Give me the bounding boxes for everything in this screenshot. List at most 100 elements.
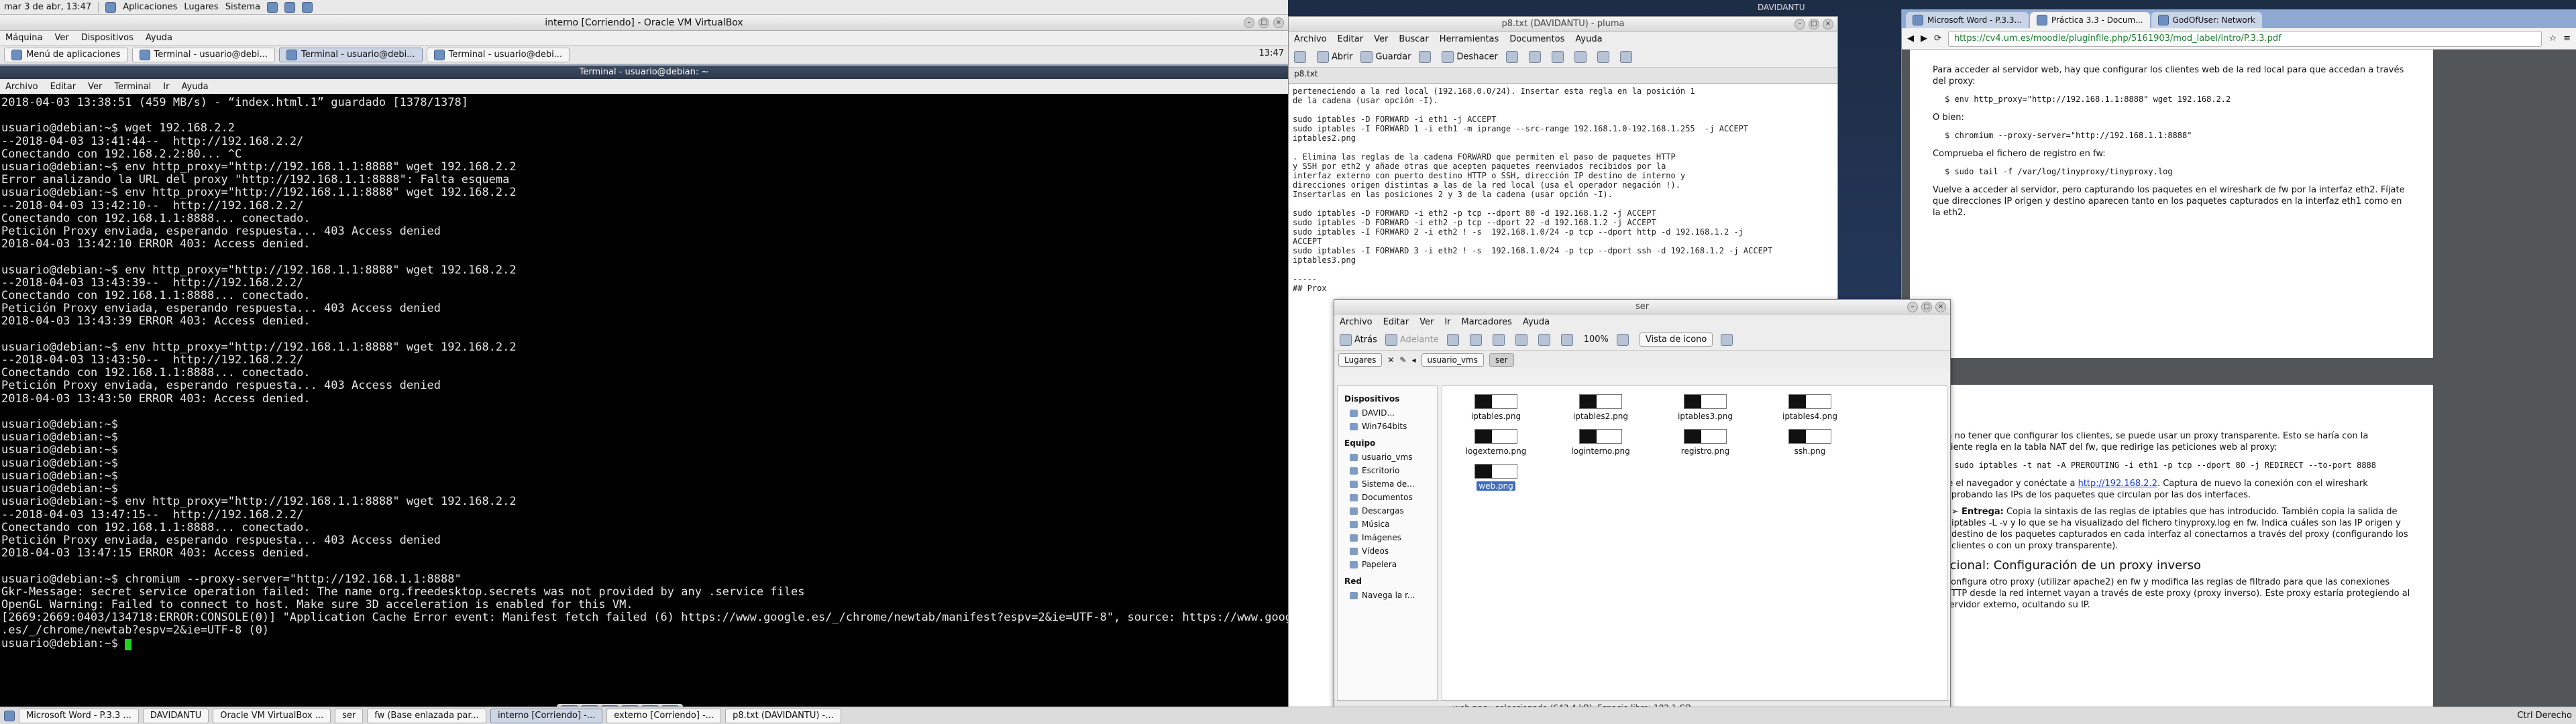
mail-launcher-icon[interactable]: [284, 1, 296, 13]
host-menu-places[interactable]: Lugares: [184, 2, 218, 12]
sidebar-item[interactable]: Win764bits: [1340, 420, 1434, 433]
host-task-word[interactable]: Microsoft Word - P.3.3 ...: [19, 708, 139, 723]
close-button[interactable]: ×: [1935, 302, 1946, 312]
sidebar-item[interactable]: Papelera: [1340, 558, 1434, 571]
tab-practica[interactable]: Práctica 3.3 - Docum...: [2029, 12, 2150, 28]
pluma-menu-help[interactable]: Ayuda: [1575, 34, 1602, 44]
fm-menu-bookmarks[interactable]: Marcadores: [1462, 317, 1512, 327]
search-icon[interactable]: [1597, 50, 1609, 63]
pluma-menu-edit[interactable]: Editar: [1338, 34, 1364, 44]
reload-icon[interactable]: [1492, 333, 1505, 346]
new-document-icon[interactable]: [1294, 50, 1306, 63]
fm-menu-go[interactable]: Ir: [1444, 317, 1450, 327]
fm-menu-help[interactable]: Ayuda: [1523, 317, 1550, 327]
sidebar-item[interactable]: Documentos: [1340, 491, 1434, 504]
pdf-viewer[interactable]: Para acceder al servidor web, hay que co…: [1902, 50, 2576, 723]
tab-word[interactable]: Microsoft Word - P.3.3...: [1906, 12, 2029, 28]
term-menu-terminal[interactable]: Terminal: [114, 82, 151, 92]
sidebar-item[interactable]: Música: [1340, 518, 1434, 531]
guest-clock[interactable]: 13:47: [1259, 48, 1284, 58]
save-button[interactable]: Guardar: [1360, 50, 1411, 63]
breadcrumb-left-icon[interactable]: ◂: [1411, 355, 1415, 365]
fm-menu-file[interactable]: Archivo: [1340, 317, 1373, 327]
term-menu-go[interactable]: Ir: [163, 82, 169, 92]
sidebar-mode-select[interactable]: Lugares: [1338, 353, 1383, 367]
file-item[interactable]: ssh.png: [1770, 429, 1850, 456]
pluma-menu-search[interactable]: Buscar: [1399, 34, 1428, 44]
open-button[interactable]: Abrir: [1317, 50, 1352, 63]
term-menu-help[interactable]: Ayuda: [181, 82, 208, 92]
sidebar-item[interactable]: Escritorio: [1340, 464, 1434, 477]
term-menu-file[interactable]: Archivo: [5, 82, 38, 92]
guest-task-3[interactable]: Terminal - usuario@debi...: [426, 47, 570, 62]
host-task-ser[interactable]: ser: [335, 708, 364, 723]
pluma-menu-tools[interactable]: Herramientas: [1440, 34, 1499, 44]
host-task-fw[interactable]: fw (Base enlazada par...: [367, 708, 486, 723]
search-icon[interactable]: [1721, 333, 1733, 346]
host-task-interno[interactable]: interno [Corriendo] -...: [490, 708, 603, 723]
file-item[interactable]: iptables3.png: [1665, 394, 1746, 421]
term-menu-view[interactable]: Ver: [88, 82, 102, 92]
file-item[interactable]: loginterno.png: [1560, 429, 1641, 456]
host-task-davidantu[interactable]: DAVIDANTU: [142, 708, 209, 723]
minimize-button[interactable]: –: [1244, 17, 1254, 28]
maximize-button[interactable]: □: [1809, 19, 1819, 29]
paste-icon[interactable]: [1574, 50, 1587, 63]
term-menu-edit[interactable]: Editar: [50, 82, 76, 92]
vm-menu-devices[interactable]: Dispositivos: [81, 33, 133, 43]
pluma-document-tab[interactable]: p8.txt: [1289, 68, 1837, 84]
undo-button[interactable]: Deshacer: [1442, 50, 1498, 63]
file-item[interactable]: web.png: [1456, 464, 1536, 491]
pluma-menu-view[interactable]: Ver: [1374, 34, 1388, 44]
guest-task-1[interactable]: Terminal - usuario@debi...: [131, 47, 276, 62]
guest-apps-menu[interactable]: Menú de aplicaciones: [4, 47, 128, 62]
home-icon[interactable]: [1515, 333, 1527, 346]
stop-icon[interactable]: [1469, 333, 1482, 346]
forward-icon[interactable]: ▶: [1921, 34, 1927, 44]
tab-github[interactable]: GodOfUser: Network: [2151, 12, 2262, 28]
fm-menu-edit[interactable]: Editar: [1383, 317, 1409, 327]
sidebar-item[interactable]: usuario_vms: [1340, 450, 1434, 464]
host-clock[interactable]: mar 3 de abr, 13:47: [4, 2, 91, 12]
replace-icon[interactable]: [1619, 50, 1632, 63]
terminal-output[interactable]: 2018-04-03 13:38:51 (459 MB/s) - “index.…: [0, 94, 1288, 684]
maximize-button[interactable]: □: [1258, 17, 1269, 28]
pdf-link[interactable]: http://192.168.2.2: [2078, 479, 2157, 489]
host-menu-system[interactable]: Sistema: [225, 2, 260, 12]
sidebar-item[interactable]: Imágenes: [1340, 531, 1434, 544]
close-sidebar-icon[interactable]: ✕: [1387, 355, 1394, 365]
fm-menu-view[interactable]: Ver: [1419, 317, 1434, 327]
sidebar-item[interactable]: Descargas: [1340, 504, 1434, 518]
minimize-button[interactable]: –: [1907, 302, 1918, 312]
close-button[interactable]: ×: [1273, 17, 1284, 28]
breadcrumb-usuario-vms[interactable]: usuario_vms: [1421, 353, 1484, 367]
up-icon[interactable]: [1446, 333, 1459, 346]
file-item[interactable]: iptables.png: [1456, 394, 1536, 421]
guest-task-2[interactable]: Terminal - usuario@debi...: [279, 47, 423, 62]
sidebar-item[interactable]: Sistema de...: [1340, 477, 1434, 491]
zoom-out-icon[interactable]: [1560, 333, 1573, 346]
sidebar-item[interactable]: Vídeos: [1340, 544, 1434, 558]
print-icon[interactable]: [1419, 50, 1432, 63]
view-mode-select[interactable]: Vista de icono: [1639, 333, 1713, 347]
edit-location-icon[interactable]: ✎: [1399, 355, 1406, 365]
file-item[interactable]: logexterno.png: [1456, 429, 1536, 456]
reload-icon[interactable]: ⟳: [1934, 34, 1941, 44]
zoom-in-icon[interactable]: [1616, 333, 1629, 346]
copy-icon[interactable]: [1551, 50, 1564, 63]
file-item[interactable]: registro.png: [1665, 429, 1746, 456]
close-button[interactable]: ×: [1823, 19, 1833, 29]
vm-menu-view[interactable]: Ver: [55, 33, 69, 43]
host-menu-apps[interactable]: Aplicaciones: [123, 2, 177, 12]
show-desktop-icon[interactable]: [4, 710, 15, 721]
pluma-menu-file[interactable]: Archivo: [1294, 34, 1327, 44]
menu-icon[interactable]: ≡: [2563, 34, 2571, 44]
file-item[interactable]: iptables4.png: [1770, 394, 1850, 421]
redo-icon[interactable]: [1505, 50, 1518, 63]
file-item[interactable]: iptables2.png: [1560, 394, 1641, 421]
vm-menu-machine[interactable]: Máquina: [5, 33, 43, 43]
breadcrumb-ser[interactable]: ser: [1489, 353, 1514, 367]
cut-icon[interactable]: [1528, 50, 1541, 63]
computer-icon[interactable]: [1538, 333, 1550, 346]
back-button[interactable]: Atrás: [1340, 333, 1377, 346]
